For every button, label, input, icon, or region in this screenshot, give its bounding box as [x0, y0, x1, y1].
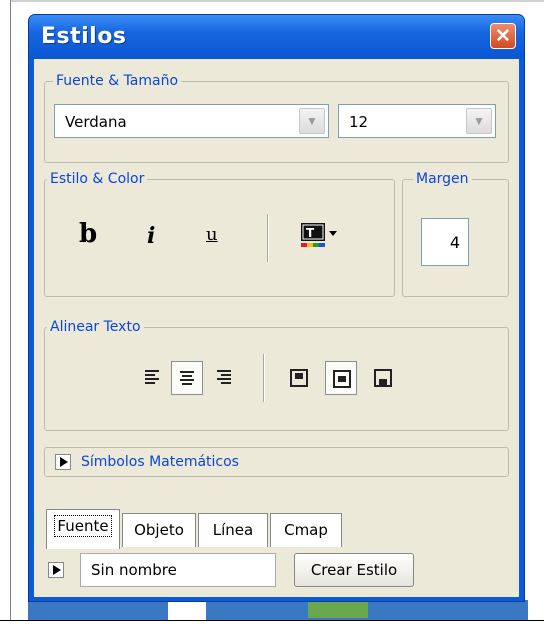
screen-left-edge — [0, 0, 11, 626]
style-color-legend: Estilo & Color — [47, 171, 148, 187]
title-bar[interactable]: Estilos ✕ — [29, 15, 524, 59]
text-color-button[interactable]: T — [298, 220, 342, 254]
align-right-button[interactable] — [209, 361, 241, 395]
svg-text:T: T — [306, 226, 315, 240]
align-text-group: Alinear Texto — [44, 319, 509, 431]
align-center-button[interactable] — [171, 361, 203, 395]
chevron-down-icon[interactable]: ▼ — [299, 108, 325, 134]
bold-button[interactable]: b — [73, 219, 105, 254]
font-select-value: Verdana — [65, 113, 127, 131]
box-align-top-button[interactable] — [283, 361, 315, 395]
bold-icon: b — [79, 219, 98, 249]
tab-linea[interactable]: Línea — [198, 513, 268, 547]
divider — [267, 214, 269, 262]
screen-top-edge — [0, 0, 544, 2]
tab-cmap[interactable]: Cmap — [270, 513, 342, 547]
box-align-center-button[interactable] — [325, 361, 357, 395]
margin-legend: Margen — [413, 171, 472, 187]
box-align-bottom-button[interactable] — [367, 361, 399, 395]
text-color-icon: T — [301, 223, 337, 247]
box-align-bottom-icon — [374, 369, 392, 387]
math-symbols-section[interactable]: Símbolos Matemáticos — [44, 447, 509, 477]
play-icon[interactable] — [55, 454, 71, 470]
tab-fuente[interactable]: Fuente — [46, 509, 120, 549]
styles-window: Estilos ✕ Fuente & Tamaño Verdana ▼ 12 ▼… — [28, 14, 525, 602]
window-client: Fuente & Tamaño Verdana ▼ 12 ▼ Estilo & … — [34, 59, 519, 597]
tab-label: Línea — [212, 521, 254, 539]
font-size-group: Fuente & Tamaño Verdana ▼ 12 ▼ — [44, 73, 509, 163]
play-icon[interactable] — [48, 562, 64, 578]
divider — [263, 354, 265, 402]
margin-input[interactable]: 4 — [421, 218, 469, 266]
style-color-group: Estilo & Color b i u T — [44, 171, 395, 297]
underline-button[interactable]: u — [197, 220, 229, 254]
font-size-legend: Fuente & Tamaño — [53, 73, 182, 89]
math-symbols-label: Símbolos Matemáticos — [81, 454, 239, 470]
italic-icon: i — [147, 223, 156, 249]
margin-value: 4 — [449, 233, 460, 252]
margin-group: Margen 4 — [402, 171, 509, 297]
style-name-field[interactable]: Sin nombre — [80, 553, 276, 587]
italic-button[interactable]: i — [137, 220, 169, 254]
window-title: Estilos — [41, 24, 127, 49]
size-select[interactable]: 12 ▼ — [338, 104, 496, 138]
close-button[interactable]: ✕ — [490, 23, 516, 49]
underline-icon: u — [206, 224, 218, 245]
tab-label: Fuente — [54, 515, 112, 537]
tab-label: Objeto — [134, 521, 184, 539]
close-icon: ✕ — [495, 26, 511, 47]
align-text-legend: Alinear Texto — [47, 319, 144, 335]
box-align-center-icon — [333, 370, 351, 388]
align-left-button[interactable] — [137, 361, 169, 395]
box-align-top-icon — [290, 369, 308, 387]
background-strip — [28, 600, 528, 620]
chevron-down-icon[interactable]: ▼ — [466, 108, 492, 134]
font-select[interactable]: Verdana ▼ — [54, 104, 329, 138]
tab-label: Cmap — [284, 521, 328, 539]
size-select-value: 12 — [349, 113, 369, 131]
create-style-button[interactable]: Crear Estilo — [294, 553, 414, 587]
tab-objeto[interactable]: Objeto — [122, 513, 196, 547]
